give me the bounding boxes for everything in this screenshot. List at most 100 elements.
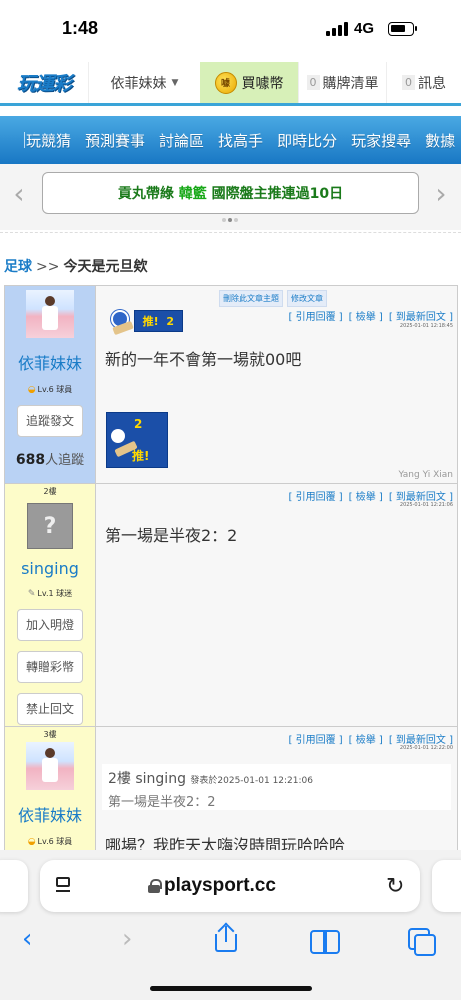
signature: Yang Yi Xian (398, 470, 453, 480)
follow-posts-button[interactable]: 追蹤發文 (17, 405, 83, 437)
add-beacon-button[interactable]: 加入明燈 (17, 609, 83, 641)
gift-coins-button[interactable]: 轉贈彩幣 (17, 651, 83, 683)
messages-label: 訊息 (418, 75, 446, 92)
post-body: 新的一年不會第一場就00吧 (105, 350, 302, 369)
menu-item-experts[interactable]: 找高手 (218, 130, 263, 151)
thread-posts: 依菲妹妹 ◒ Lv.6 球員 追蹤發文 688人追蹤 刪除此文章主題 修改文章 [… (4, 285, 458, 868)
buy-coin-label: 買噱幣 (241, 75, 284, 92)
back-icon[interactable]: ‹ (22, 924, 32, 954)
browser-toolbar: ‹ › (0, 920, 461, 964)
push-label: 推! 2 (133, 310, 183, 332)
quote-reply-link[interactable]: [ 引用回覆 ] (288, 312, 342, 323)
announcement-carousel: ‹ 貢丸帶綠 韓籃 國際盤主推連過10日 › (0, 164, 461, 230)
status-time: 1:48 (62, 18, 99, 38)
post-1: 依菲妹妹 ◒ Lv.6 球員 追蹤發文 688人追蹤 刪除此文章主題 修改文章 [… (5, 286, 457, 484)
post-timestamp: 2025-01-01 12:21:06 (399, 502, 453, 508)
post-2: 2樓 ? singing ✎ Lv.1 球迷 加入明燈 轉贈彩幣 禁止回文 [ 引… (5, 484, 457, 727)
report-link[interactable]: [ 檢舉 ] (349, 492, 383, 503)
latest-reply-link[interactable]: [ 到最新回文 ] (389, 312, 453, 323)
floor-number: 3樓 (43, 730, 57, 739)
level-icon: ◒ (27, 836, 36, 847)
quote-reply-link[interactable]: [ 引用回覆 ] (288, 735, 342, 746)
home-indicator (150, 986, 312, 991)
quote-author: 2樓 singing (108, 771, 186, 787)
avatar[interactable] (26, 290, 74, 338)
thread-title: 今天是元旦欸 (63, 259, 148, 275)
followers-count: 688人追蹤 (15, 452, 85, 468)
block-reply-button[interactable]: 禁止回文 (17, 693, 83, 725)
author-name[interactable]: singing (5, 559, 95, 578)
coin-icon: 噱 (214, 71, 237, 94)
banner-prefix: 貢丸帶綠 (117, 186, 174, 202)
push-button-label: 推! (132, 449, 150, 463)
previous-tab-preview[interactable] (0, 860, 28, 912)
author-level: ◒ Lv.6 球員 (27, 384, 73, 395)
site-logo[interactable]: 玩運彩 (0, 62, 88, 103)
quoted-post: 2樓 singing 發表於2025-01-01 12:21:06 第一場是半夜… (102, 764, 451, 810)
push-counter[interactable]: 推! 2 (105, 310, 183, 332)
post-body: 第一場是半夜2：2 (105, 526, 238, 545)
floor-number: 2樓 (43, 487, 57, 496)
post-actions: [ 引用回覆 ][ 檢舉 ][ 到最新回文 ] (282, 731, 453, 746)
breadcrumb: 足球 >> 今天是元旦欸 (4, 256, 147, 276)
buy-coin-button[interactable]: 噱 買噱幣 (200, 62, 298, 103)
chevron-left-icon[interactable]: ‹ (6, 176, 32, 210)
divider (0, 232, 461, 233)
battery-icon (388, 22, 417, 36)
menu-item-livescore[interactable]: 即時比分 (277, 130, 337, 151)
menu-item-guess[interactable]: 玩競猜 (26, 130, 71, 151)
signal-icon (326, 22, 350, 36)
menu-item-player-search[interactable]: 玩家搜尋 (351, 130, 411, 151)
quote-time: 發表於2025-01-01 12:21:06 (190, 776, 313, 786)
level-icon: ✎ (27, 588, 36, 599)
post-content: [ 引用回覆 ][ 檢舉 ][ 到最新回文 ] 2025-01-01 12:22… (96, 727, 457, 867)
messages-count: 0 (402, 75, 415, 90)
status-bar: 1:48 4G (0, 0, 461, 56)
chevron-right-icon[interactable]: › (428, 176, 454, 210)
baseball-player-icon (105, 306, 134, 336)
avatar[interactable] (26, 742, 74, 790)
messages-link[interactable]: 0 訊息 (386, 62, 461, 103)
delete-topic-link[interactable]: 刪除此文章主題 (219, 290, 283, 307)
caret-down-icon: ▼ (171, 77, 179, 88)
bookmarks-icon[interactable] (310, 930, 340, 954)
address-bar[interactable]: playsport.cc ↻ (40, 860, 420, 912)
page-menu-icon[interactable] (54, 877, 72, 895)
author-panel: 3樓 依菲妹妹 ◒ Lv.6 球員 (5, 727, 96, 867)
author-name[interactable]: 依菲妹妹 (5, 802, 95, 826)
post-content: [ 引用回覆 ][ 檢舉 ][ 到最新回文 ] 2025-01-01 12:21… (96, 484, 457, 726)
breadcrumb-separator: >> (36, 259, 60, 275)
user-menu[interactable]: 依菲妹妹 ▼ (88, 62, 200, 103)
push-button[interactable]: 2 推! (106, 412, 168, 468)
announcement-banner[interactable]: 貢丸帶綠 韓籃 國際盤主推連過10日 (42, 172, 419, 214)
reload-icon[interactable]: ↻ (386, 874, 404, 899)
post-content: 刪除此文章主題 修改文章 [ 引用回覆 ] [ 檢舉 ] [ 到最新回文 ] 202… (96, 286, 457, 483)
author-level: ✎ Lv.1 球迷 (27, 588, 73, 599)
carousel-dots (222, 218, 238, 222)
cart-label: 購牌清單 (322, 75, 379, 92)
cart-link[interactable]: 0 購牌清單 (298, 62, 386, 103)
report-link[interactable]: [ 檢舉 ] (349, 735, 383, 746)
post-timestamp: 2025-01-01 12:22:00 (399, 745, 453, 751)
edit-post-link[interactable]: 修改文章 (287, 290, 327, 307)
post-actions: [ 引用回覆 ] [ 檢舉 ] [ 到最新回文 ] (282, 308, 453, 323)
menu-item-stats[interactable]: 數據 (425, 130, 455, 151)
quote-text: 第一場是半夜2：2 (108, 795, 216, 810)
lock-icon (148, 879, 162, 893)
author-panel: 依菲妹妹 ◒ Lv.6 球員 追蹤發文 688人追蹤 (5, 286, 96, 483)
menu-item-forum[interactable]: 討論區 (159, 130, 204, 151)
report-link[interactable]: [ 檢舉 ] (349, 312, 383, 323)
avatar-placeholder-icon[interactable]: ? (27, 503, 73, 549)
next-tab-preview[interactable] (432, 860, 461, 912)
post-timestamp: 2025-01-01 12:18:45 (399, 323, 453, 329)
tabs-icon[interactable] (408, 928, 436, 956)
menu-item-predict[interactable]: 預測賽事 (85, 130, 145, 151)
forward-icon[interactable]: › (122, 924, 132, 954)
breadcrumb-forum-link[interactable]: 足球 (4, 259, 32, 275)
author-name[interactable]: 依菲妹妹 (5, 350, 95, 374)
cart-count: 0 (306, 75, 320, 90)
menu-divider (24, 132, 25, 148)
quote-reply-link[interactable]: [ 引用回覆 ] (288, 492, 342, 503)
user-name: 依菲妹妹 (110, 75, 167, 92)
share-icon[interactable] (215, 922, 237, 952)
